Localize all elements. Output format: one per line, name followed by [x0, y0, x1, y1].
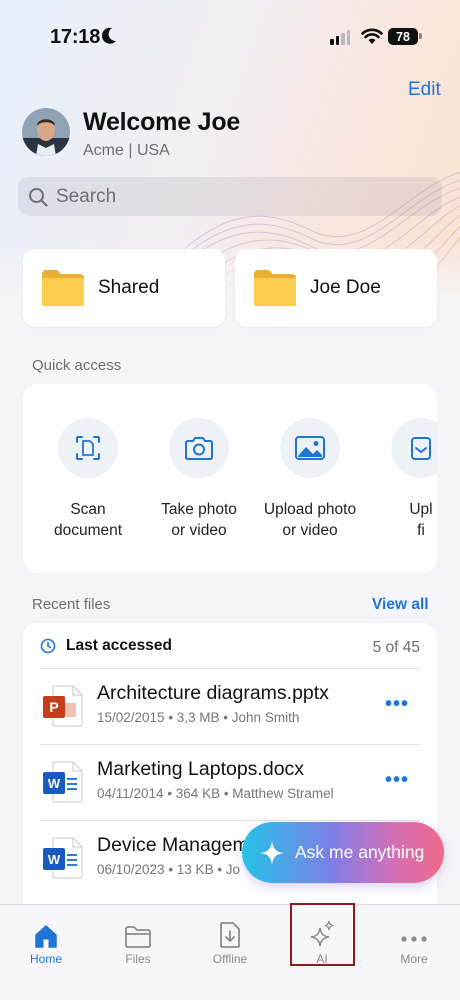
more-options-icon[interactable]: ••• [385, 693, 409, 716]
file-name: Marketing Laptops.docx [97, 758, 305, 780]
tab-files[interactable]: Files [92, 905, 184, 966]
tab-offline[interactable]: Offline [184, 905, 276, 966]
tab-label: Offline [212, 952, 248, 966]
camera-icon [169, 418, 229, 478]
tab-home[interactable]: Home [0, 905, 92, 966]
quick-action-label: Scan document [53, 501, 123, 539]
search-icon [29, 187, 48, 207]
quick-action-camera[interactable]: Take photo or video [139, 384, 259, 541]
file-count: 5 of 45 [372, 639, 420, 656]
offline-download-icon [220, 922, 240, 948]
more-icon [401, 936, 427, 942]
cellular-signal-icon [330, 30, 350, 45]
folder-label: Shared [98, 277, 160, 298]
folder-outline-icon [125, 926, 151, 948]
clock-icon [40, 638, 56, 654]
search-bar[interactable] [18, 177, 442, 216]
file-row[interactable]: P Architecture diagrams.pptx 15/02/2015 … [40, 669, 420, 745]
folder-icon [254, 270, 296, 306]
file-name: Architecture diagrams.pptx [97, 682, 329, 704]
avatar[interactable] [22, 108, 70, 156]
quick-action-label: Upload photo or video [263, 501, 357, 539]
recent-files-title: Recent files [32, 596, 111, 613]
file-name: Device Managem [97, 834, 249, 856]
sparkle-icon [310, 920, 334, 947]
wifi-icon [361, 28, 383, 44]
edit-button[interactable]: Edit [408, 79, 441, 101]
view-all-link[interactable]: View all [372, 596, 429, 614]
quick-action-upload-photo[interactable]: Upload photo or video [250, 384, 370, 541]
tab-ai[interactable]: AI [276, 905, 368, 966]
status-time: 17:18 [50, 26, 101, 48]
svg-text:W: W [48, 852, 61, 867]
search-input[interactable] [56, 185, 396, 208]
status-bar: 17:18 78 [0, 0, 460, 70]
organization-label: Acme | USA [83, 142, 170, 159]
battery-tip [419, 33, 422, 39]
moon-icon [101, 27, 116, 44]
page-title: Welcome Joe [83, 108, 241, 136]
last-accessed-header: Last accessed [40, 637, 172, 655]
user-photo [22, 108, 70, 156]
upload-file-icon [391, 418, 437, 478]
file-meta: 04/11/2014 • 364 KB • Matthew Stramel [97, 786, 334, 801]
quick-action-label: Take photo or video [161, 501, 237, 539]
word-file-icon: W [43, 837, 83, 879]
folder-label: Joe Doe [310, 277, 381, 298]
svg-text:P: P [49, 699, 58, 715]
file-meta: 06/10/2023 • 13 KB • Jo [97, 862, 241, 877]
tab-label: More [400, 952, 428, 966]
quick-action-label: Upl fi [409, 501, 433, 539]
ask-button-label: Ask me anything [295, 842, 425, 862]
tab-more[interactable]: More [368, 905, 460, 966]
sparkle-icon [260, 840, 284, 865]
tab-label: Files [125, 952, 151, 966]
tab-label: Home [29, 952, 62, 966]
folder-shared[interactable]: Shared [23, 249, 225, 327]
file-meta: 15/02/2015 • 3,3 MB • John Smith [97, 710, 300, 725]
scan-document-icon [58, 418, 118, 478]
folder-icon [42, 270, 84, 306]
image-icon [280, 418, 340, 478]
svg-text:W: W [48, 776, 61, 791]
file-row[interactable]: W Marketing Laptops.docx 04/11/2014 • 36… [40, 745, 420, 821]
home-icon [35, 925, 57, 948]
quick-access-title: Quick access [32, 357, 122, 374]
tab-bar: Home Files Offline AI More [0, 904, 460, 1000]
last-accessed-label: Last accessed [66, 637, 172, 654]
more-options-icon[interactable]: ••• [385, 769, 409, 792]
powerpoint-file-icon: P [43, 685, 83, 727]
battery-icon: 78 [388, 28, 418, 45]
tab-label: AI [316, 952, 328, 966]
folder-joe-doe[interactable]: Joe Doe [235, 249, 437, 327]
quick-access-card: Scan document Take photo or video Upload… [23, 384, 437, 573]
ask-me-anything-button[interactable]: Ask me anything [242, 822, 444, 883]
quick-action-scan[interactable]: Scan document [28, 384, 148, 541]
word-file-icon: W [43, 761, 83, 803]
quick-action-upload-file[interactable]: Upl fi [361, 384, 437, 541]
